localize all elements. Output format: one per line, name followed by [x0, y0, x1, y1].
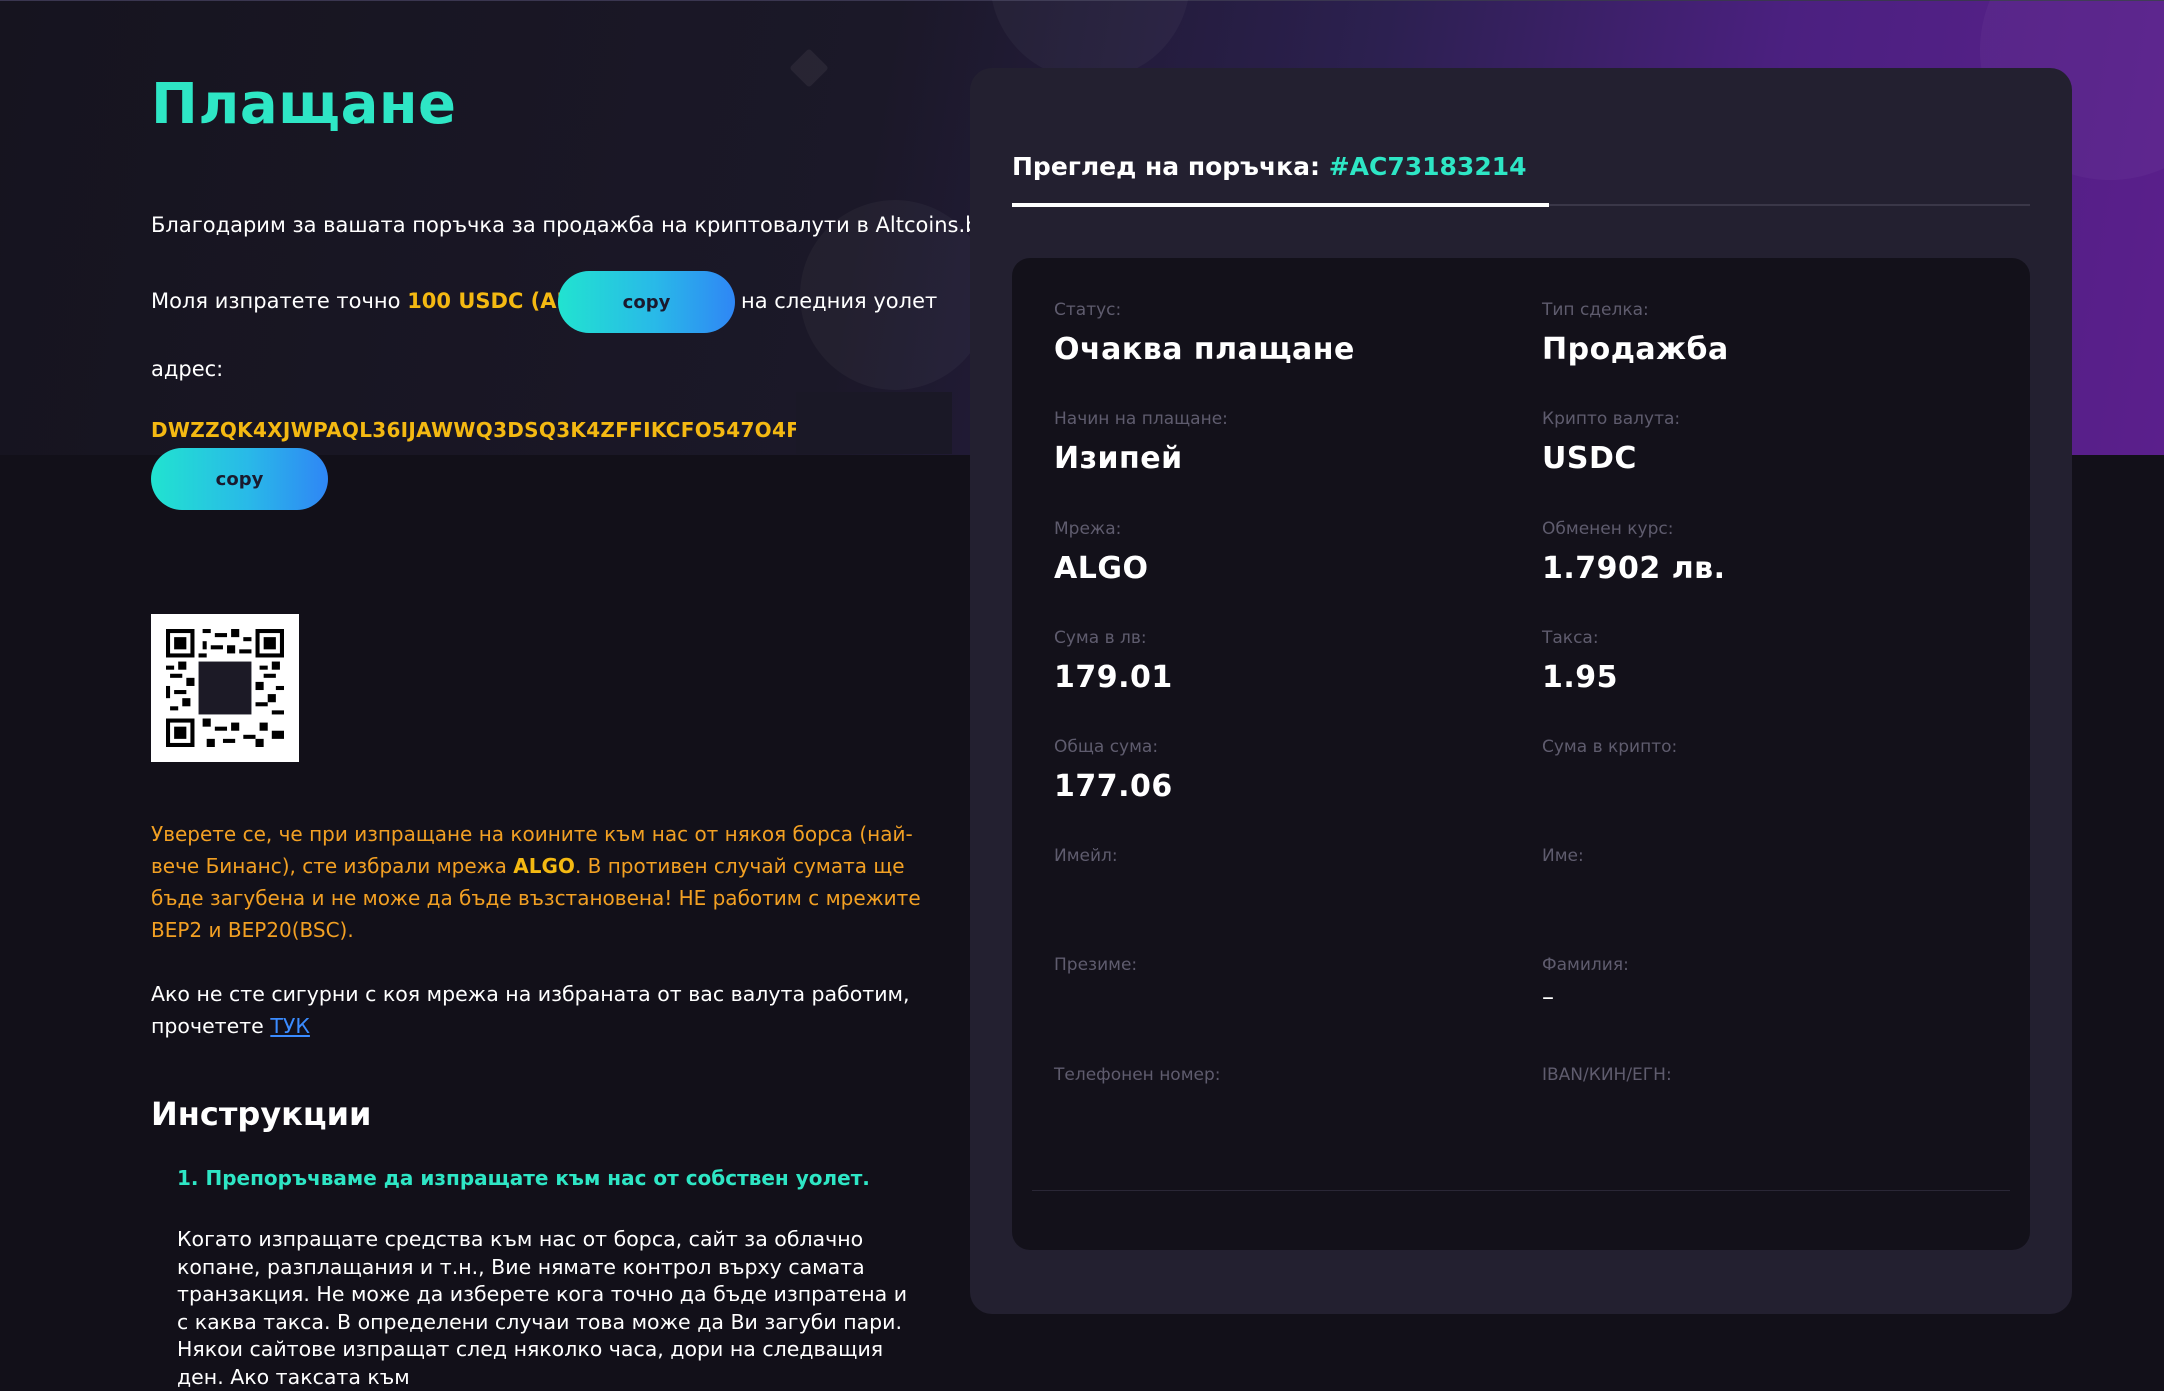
- field-label: Обща сума:: [1054, 737, 1159, 757]
- field-label: Статус:: [1054, 300, 1122, 320]
- field-middle-name: Презиме:: [1054, 955, 1524, 987]
- field-label: Презиме:: [1054, 955, 1138, 975]
- thanks-text: Благодарим за вашата поръчка за продажба…: [151, 213, 999, 237]
- field-iban: IBAN/КИН/ЕГН:: [1542, 1065, 2012, 1097]
- field-label: Такса:: [1542, 628, 1599, 648]
- field-label: Крипто валута:: [1542, 409, 1681, 429]
- field-value: 1.7902 лв.: [1542, 551, 1726, 586]
- field-network: Мрежа: ALGO: [1054, 519, 1524, 586]
- send-suffix: на следния уолет: [741, 289, 938, 313]
- address-mask: [796, 392, 952, 454]
- field-label: Сума в крипто:: [1542, 737, 1678, 757]
- field-value: 177.06: [1054, 769, 1173, 804]
- field-total: Обща сума: 177.06: [1054, 737, 1524, 804]
- field-value: ALGO: [1054, 551, 1149, 586]
- step1-title: 1. Препоръчваме да изпращате към нас от …: [177, 1166, 870, 1190]
- field-phone: Телефонен номер:: [1054, 1065, 1524, 1097]
- tab-label: Преглед на поръчка:: [1012, 152, 1320, 181]
- field-email: Имейл:: [1054, 846, 1524, 878]
- info-link[interactable]: ТУК: [270, 1014, 310, 1038]
- copy-amount-button[interactable]: copy: [558, 271, 735, 333]
- warning-network: ALGO: [513, 854, 575, 878]
- field-amount-bgn: Сума в лв: 179.01: [1054, 628, 1524, 695]
- order-tabs: Преглед на поръчка: #AC73183214: [1012, 152, 2030, 207]
- tab-active-indicator: [1012, 203, 1549, 207]
- details-divider: [1032, 1190, 2010, 1191]
- network-info: Ако не сте сигурни с коя мрежа на избран…: [151, 978, 941, 1042]
- field-label: Обменен курс:: [1542, 519, 1674, 539]
- qr-code-icon: [151, 614, 299, 762]
- field-value: Очаква плащане: [1054, 332, 1355, 367]
- field-value: 179.01: [1054, 660, 1173, 695]
- field-label: Телефонен номер:: [1054, 1065, 1221, 1085]
- field-label: Сума в лв:: [1054, 628, 1147, 648]
- qr-code-graphic: [166, 629, 284, 747]
- field-crypto-currency: Крипто валута: USDC: [1542, 409, 2012, 476]
- field-exchange-rate: Обменен курс: 1.7902 лв.: [1542, 519, 2012, 586]
- field-label: Начин на плащане:: [1054, 409, 1228, 429]
- field-value: Продажба: [1542, 332, 1729, 367]
- field-label: Мрежа:: [1054, 519, 1122, 539]
- field-status: Статус: Очаква плащане: [1054, 300, 1524, 367]
- field-payment-method: Начин на плащане: Изипей: [1054, 409, 1524, 476]
- send-instruction: Моля изпратете точно 100 USDC (ALGO): [151, 285, 615, 317]
- instructions-title: Инструкции: [151, 1095, 372, 1133]
- address-label: адрес:: [151, 357, 224, 381]
- info-text: Ако не сте сигурни с коя мрежа на избран…: [151, 982, 910, 1038]
- order-details: Статус: Очаква плащане Тип сделка: Прода…: [1012, 258, 2030, 1250]
- field-label: Име:: [1542, 846, 1584, 866]
- send-prefix: Моля изпратете точно: [151, 289, 401, 313]
- field-value: USDC: [1542, 441, 1637, 476]
- field-value: Изипей: [1054, 441, 1183, 476]
- field-value: –: [1542, 983, 1554, 1011]
- field-label: IBAN/КИН/ЕГН:: [1542, 1065, 1672, 1085]
- step1-text: Когато изпращате средства към нас от бор…: [177, 1227, 908, 1389]
- order-id: #AC73183214: [1328, 152, 1527, 181]
- decor-diamond: [789, 48, 829, 88]
- field-last-name: Фамилия: –: [1542, 955, 2012, 1011]
- field-label: Имейл:: [1054, 846, 1118, 866]
- page-title: Плащане: [151, 72, 457, 137]
- field-fee: Такса: 1.95: [1542, 628, 2012, 695]
- field-deal-type: Тип сделка: Продажба: [1542, 300, 2012, 367]
- network-warning: Уверете се, че при изпращане на коините …: [151, 818, 941, 946]
- tab-order-overview[interactable]: Преглед на поръчка: #AC73183214: [1012, 152, 1527, 181]
- wallet-address[interactable]: DWZZQK4XJWPAQL36IJAWWQ3DSQ3K4ZFFIKCFO547…: [151, 418, 796, 442]
- field-label: Тип сделка:: [1542, 300, 1649, 320]
- copy-address-button[interactable]: copy: [151, 448, 328, 510]
- field-amount-crypto: Сума в крипто:: [1542, 737, 2012, 769]
- field-label: Фамилия:: [1542, 955, 1629, 975]
- order-panel: Преглед на поръчка: #AC73183214 Статус: …: [970, 68, 2072, 1314]
- field-first-name: Име:: [1542, 846, 2012, 878]
- field-value: 1.95: [1542, 660, 1619, 695]
